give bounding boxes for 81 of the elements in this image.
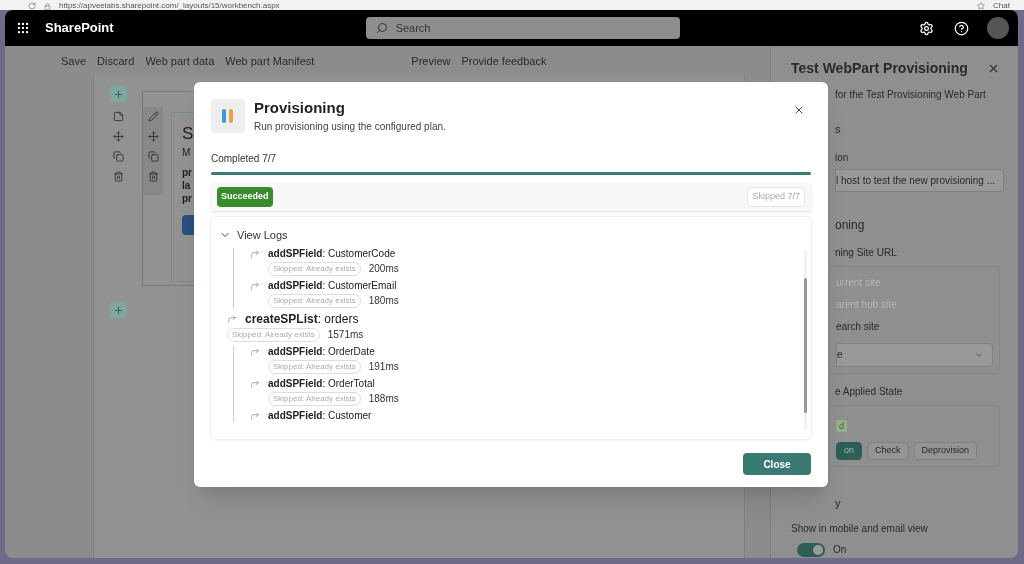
dropdown[interactable]: e bbox=[836, 342, 993, 367]
move-icon[interactable] bbox=[147, 131, 159, 142]
group-heading: oning bbox=[835, 216, 866, 234]
close-button[interactable]: Close bbox=[743, 453, 811, 475]
add-section-button[interactable] bbox=[110, 302, 126, 318]
redirect-arrow-icon bbox=[250, 378, 260, 389]
avatar[interactable] bbox=[987, 17, 1009, 39]
action-button[interactable]: Deprovision bbox=[913, 441, 978, 460]
group-heading: y bbox=[835, 495, 842, 511]
settings-icon[interactable] bbox=[919, 20, 934, 36]
redirect-arrow-icon bbox=[227, 313, 237, 324]
command-button[interactable]: Web part Manifest bbox=[225, 52, 315, 70]
view-logs-toggle[interactable]: View Logs bbox=[219, 227, 288, 244]
chat-button[interactable]: Chat bbox=[993, 1, 1010, 10]
app-launcher-icon[interactable] bbox=[16, 21, 30, 35]
field-label: ion bbox=[835, 150, 850, 165]
lock-icon bbox=[44, 3, 51, 10]
edit-icon[interactable] bbox=[147, 111, 159, 122]
url-text[interactable]: https://apveelabs.sharepoint.com/_layouts/15/workbench.aspx bbox=[59, 1, 280, 10]
close-icon[interactable] bbox=[987, 62, 1000, 75]
star-icon[interactable] bbox=[977, 2, 986, 10]
group-heading: s bbox=[835, 122, 842, 137]
duration-text: 1571ms bbox=[327, 328, 364, 341]
action-button[interactable]: on bbox=[836, 441, 862, 460]
redirect-arrow-icon bbox=[250, 280, 260, 291]
command-button[interactable]: Provide feedback bbox=[461, 52, 547, 70]
skipped-badge: Skipped 7/7 bbox=[747, 187, 805, 207]
log-entry-title: addSPField: Customer bbox=[268, 409, 372, 422]
command-button[interactable]: Discard bbox=[97, 52, 135, 70]
reload-icon[interactable] bbox=[28, 2, 36, 10]
action-button[interactable]: Check bbox=[867, 441, 909, 460]
body-text: pr bbox=[182, 192, 193, 205]
command-button[interactable]: Web part data bbox=[145, 52, 215, 70]
command-button[interactable]: Save bbox=[61, 52, 87, 70]
note-icon[interactable] bbox=[112, 111, 124, 122]
copy-icon[interactable] bbox=[147, 151, 159, 162]
duration-text: 188ms bbox=[368, 392, 399, 405]
close-icon[interactable] bbox=[793, 104, 805, 116]
help-icon[interactable] bbox=[954, 20, 969, 36]
webpart-subtitle: M bbox=[182, 146, 192, 160]
text-field[interactable]: l host to test the new provisioning ... bbox=[835, 168, 1004, 192]
dialog-title: Provisioning bbox=[254, 99, 346, 117]
progress-label: Completed 7/7 bbox=[211, 152, 278, 166]
log-entry-title: createSPList: orders bbox=[245, 311, 359, 326]
search-field[interactable]: Search bbox=[365, 17, 680, 39]
redirect-arrow-icon bbox=[250, 346, 260, 357]
search-placeholder: Search bbox=[395, 20, 431, 36]
app-name[interactable]: SharePoint bbox=[45, 18, 114, 38]
log-entry-title: addSPField: CustomerCode bbox=[268, 247, 396, 260]
toggle-switch[interactable] bbox=[797, 542, 825, 557]
log-entry-title: addSPField: CustomerEmail bbox=[268, 279, 397, 292]
pane-description: for the Test Provisioning Web Part bbox=[835, 88, 987, 102]
redirect-arrow-icon bbox=[250, 248, 260, 259]
webpart-title: S bbox=[182, 125, 195, 143]
move-icon[interactable] bbox=[112, 131, 124, 142]
body-text: pr bbox=[182, 166, 193, 179]
body-text: la bbox=[182, 179, 192, 192]
toggle-state: On bbox=[833, 543, 847, 557]
state-badge: d bbox=[836, 419, 847, 432]
field-label: e Applied State bbox=[835, 384, 904, 399]
field-label: ning Site URL bbox=[835, 245, 898, 260]
duration-text: 180ms bbox=[368, 294, 399, 307]
duration-text: 191ms bbox=[368, 360, 399, 373]
dialog-subtitle: Run provisioning using the configured plan. bbox=[254, 120, 446, 134]
command-button[interactable]: Preview bbox=[411, 52, 451, 70]
pane-title: Test WebPart Provisioning bbox=[791, 59, 968, 78]
log-entry-title: addSPField: OrderTotal bbox=[268, 377, 375, 390]
tools-icon bbox=[211, 99, 245, 133]
add-section-button[interactable] bbox=[110, 86, 126, 102]
plus-icon bbox=[112, 304, 124, 316]
redirect-arrow-icon bbox=[250, 410, 260, 421]
trash-icon[interactable] bbox=[112, 171, 124, 182]
copy-icon[interactable] bbox=[112, 151, 124, 162]
toggle-label: Show in mobile and email view bbox=[791, 522, 929, 536]
search-icon bbox=[375, 22, 388, 34]
radio-option[interactable]: earch site bbox=[836, 318, 999, 341]
succeeded-badge: Succeeded bbox=[217, 187, 273, 207]
plus-icon bbox=[112, 88, 124, 100]
log-entry-title: addSPField: OrderDate bbox=[268, 345, 375, 358]
trash-icon[interactable] bbox=[147, 171, 159, 182]
duration-text: 200ms bbox=[368, 262, 399, 275]
